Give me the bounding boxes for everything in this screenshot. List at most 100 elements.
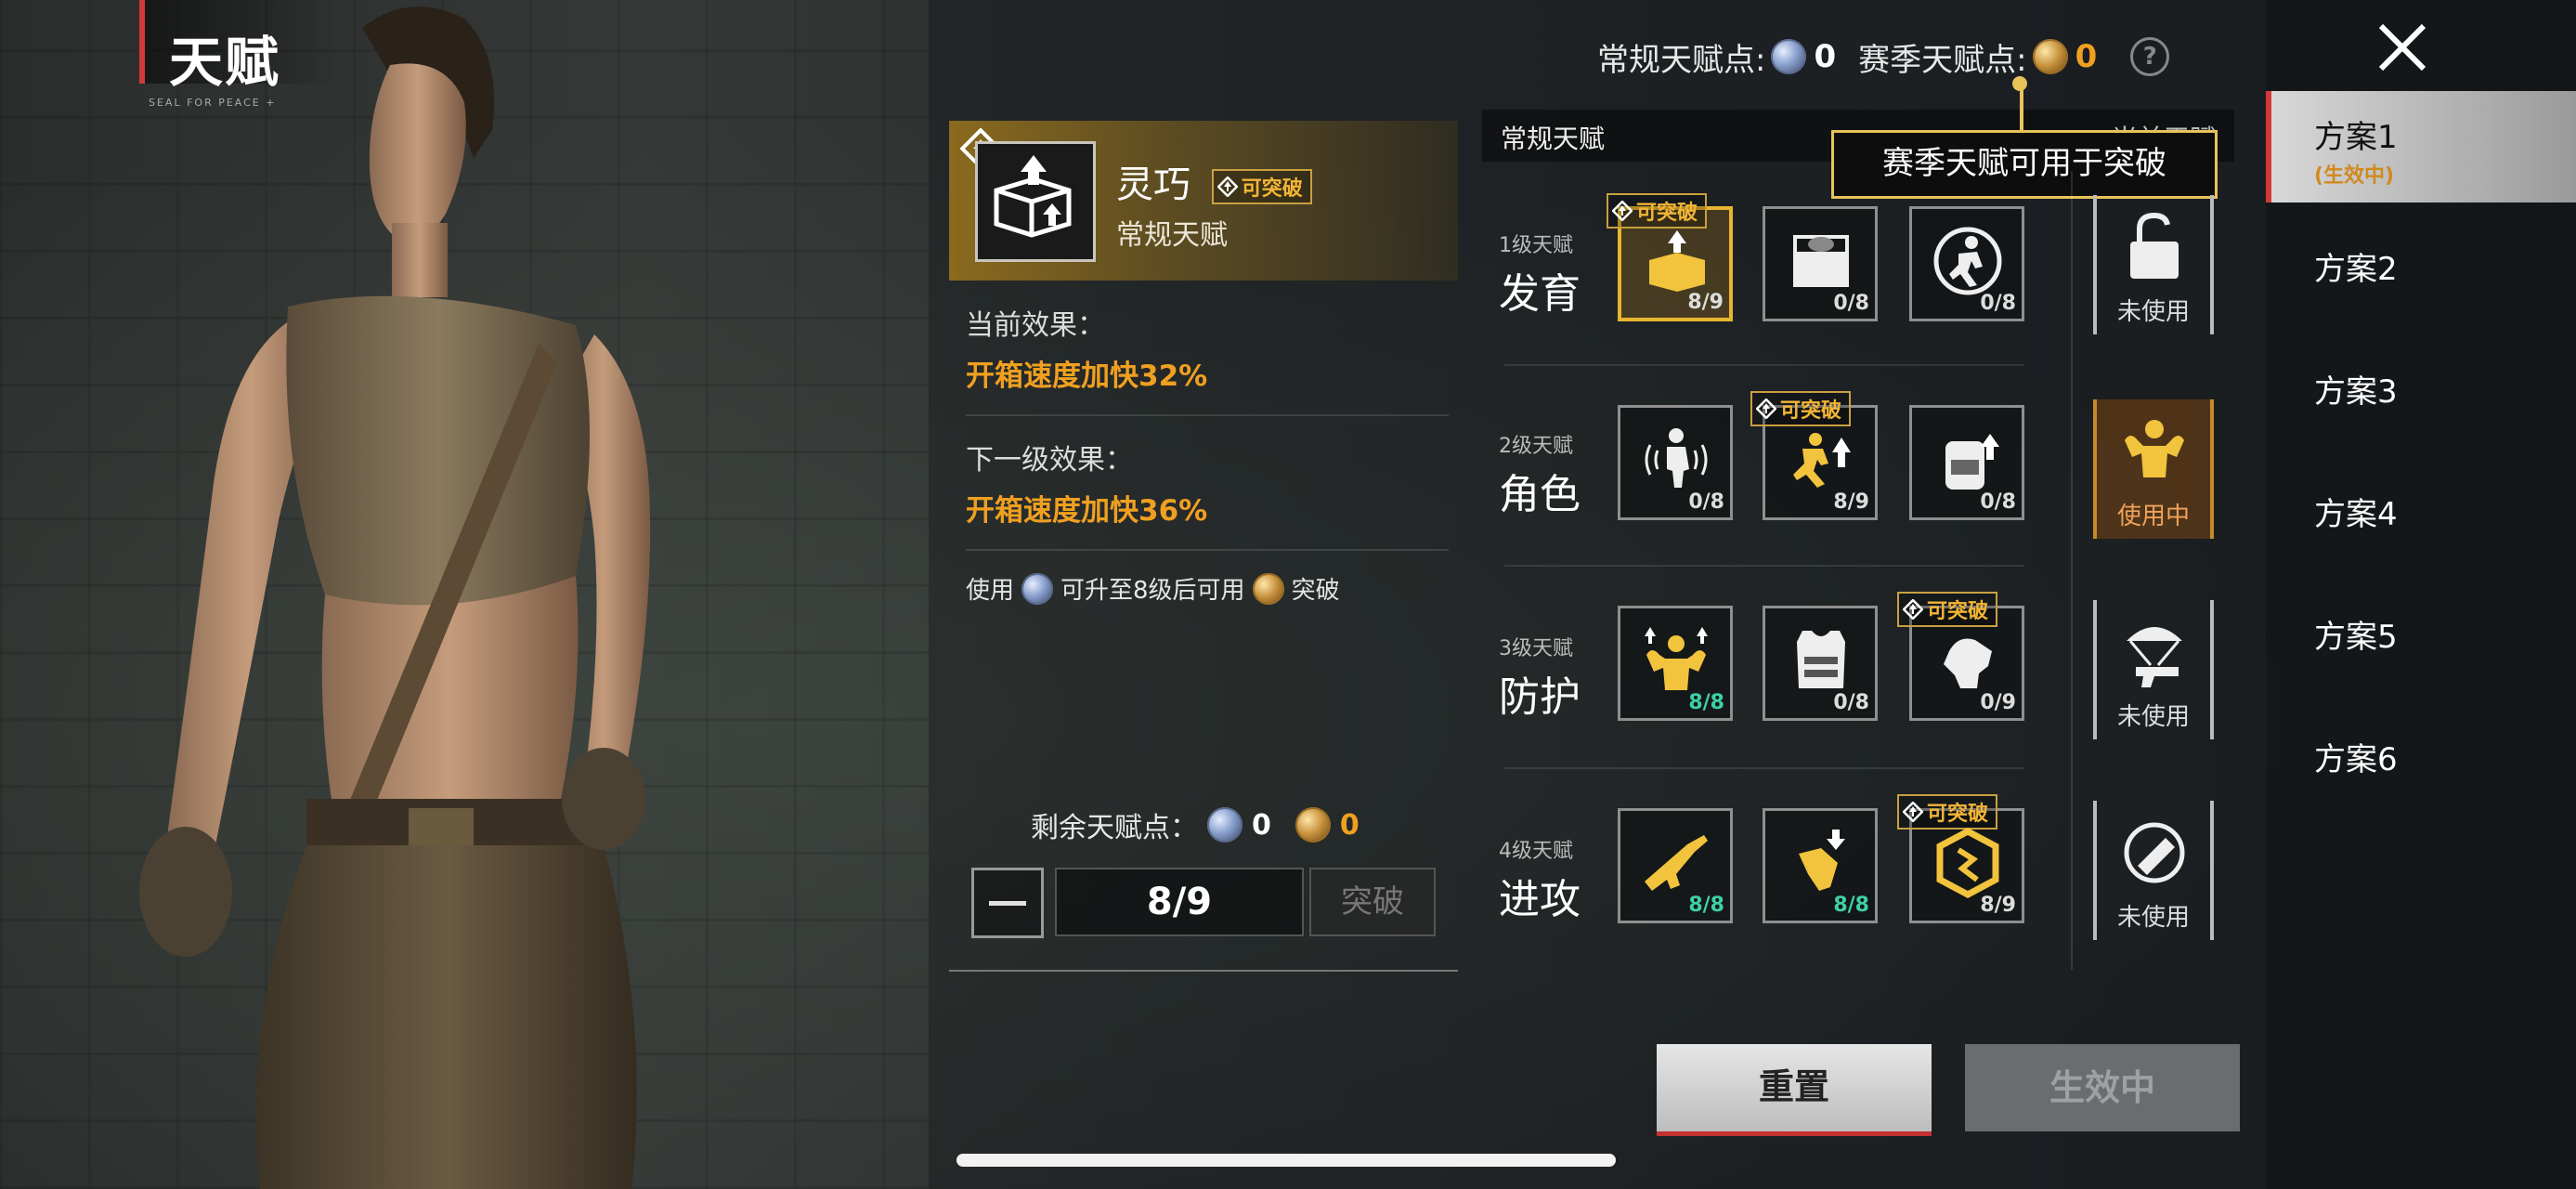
gold-talent-coin-icon xyxy=(2032,39,2068,74)
remaining-points: 剩余天赋点： 0 0 xyxy=(1031,804,1360,845)
slot-level: 8/9 xyxy=(1687,291,1724,314)
talent-slot-drop[interactable]: 8/8 xyxy=(1763,808,1878,923)
special-talent-slot-2[interactable]: 使用中 xyxy=(2093,399,2214,539)
selected-talent-name: 灵巧 xyxy=(1116,163,1190,206)
tier-level: 3级天赋 xyxy=(1499,637,1573,660)
talent-slot-agility[interactable]: 可突破 8/9 xyxy=(1750,391,1878,520)
decrease-level-button[interactable] xyxy=(971,868,1044,938)
breakthrough-hint: 使用 可升至8级后可用 突破 xyxy=(966,571,1449,606)
bullet-shield-icon xyxy=(2124,822,2185,883)
hint-suffix: 突破 xyxy=(1291,577,1340,605)
home-indicator[interactable] xyxy=(956,1154,1616,1167)
talent-slot-vest[interactable]: 0/8 xyxy=(1763,606,1878,721)
tier-divider xyxy=(1504,767,2024,769)
tier-label-4: 4级天赋 进攻 xyxy=(1499,834,1601,925)
reset-button[interactable]: 重置 xyxy=(1657,1044,1932,1136)
tier-name: 防护 xyxy=(1499,673,1581,721)
tier-label-2: 2级天赋 角色 xyxy=(1499,429,1601,520)
special-slot-status: 未使用 xyxy=(2116,703,2190,731)
talent-slot-strength[interactable]: 8/8 xyxy=(1618,606,1733,721)
talent-slot-dexterity[interactable]: 可突破 8/9 xyxy=(1607,193,1733,321)
broken-lock-icon xyxy=(2130,212,2179,279)
apply-button[interactable]: 生效中 xyxy=(1965,1044,2240,1131)
special-talent-slot-1[interactable]: 未使用 xyxy=(2093,195,2214,334)
plan-name: 方案1 xyxy=(2314,119,2398,156)
next-effect-value: 开箱速度加快36% xyxy=(966,494,1208,528)
special-slot-status: 未使用 xyxy=(2116,298,2190,326)
breakable-tag-text: 可突破 xyxy=(1636,202,1698,225)
tier-name: 发育 xyxy=(1499,270,1581,318)
column-divider xyxy=(2071,171,2073,970)
glove-icon xyxy=(1944,638,1992,688)
talent-slot-backpack[interactable]: 0/8 xyxy=(1909,405,2024,520)
selected-talent-type: 常规天赋 xyxy=(1116,219,1228,252)
slot-level: 0/8 xyxy=(1980,292,2016,315)
plan-tab-1[interactable]: 方案1 (生效中) xyxy=(2266,91,2576,203)
talent-points-bar: 常规天赋点: 0 赛季天赋点: 0 ? xyxy=(1597,33,2170,80)
current-effect-value: 开箱速度加快32% xyxy=(966,359,1208,393)
breakthrough-button[interactable]: 突破 xyxy=(1309,868,1436,936)
plan-tab-3[interactable]: 方案3 xyxy=(2266,336,2576,448)
season-points-label: 赛季天赋点: xyxy=(1858,41,2027,79)
slot-level: 8/8 xyxy=(1688,894,1724,917)
character-illustration xyxy=(139,7,651,1189)
breakable-tag: 可突破 xyxy=(1897,794,1998,830)
hint-middle: 可升至8级后可用 xyxy=(1060,577,1245,605)
slot-level: 0/8 xyxy=(1980,490,2016,514)
breakable-tag-text: 可突破 xyxy=(1927,803,1989,826)
selected-talent-name-row: 灵巧 可突破 xyxy=(1116,154,1312,208)
help-icon[interactable]: ? xyxy=(2130,37,2170,76)
regular-talent-header: 常规天赋 xyxy=(1501,124,1606,154)
tier-name: 角色 xyxy=(1499,471,1581,518)
talent-level-display: 8/9 xyxy=(1055,868,1304,936)
special-talent-slot-4[interactable]: 未使用 xyxy=(2093,801,2214,940)
plan-tab-4[interactable]: 方案4 xyxy=(2266,459,2576,570)
breakable-tag-text: 可突破 xyxy=(1241,177,1303,201)
regular-points-label: 常规天赋点: xyxy=(1597,41,1766,79)
breakable-tag: 可突破 xyxy=(1211,169,1312,204)
breakthrough-arrow-icon xyxy=(1612,201,1633,221)
tier-level: 4级天赋 xyxy=(1499,840,1573,863)
remaining-regular-value: 0 xyxy=(1252,808,1271,842)
special-talent-slot-3[interactable]: 未使用 xyxy=(2093,600,2214,739)
crate-arrow-icon xyxy=(994,155,1072,238)
breakable-tag: 可突破 xyxy=(1897,592,1998,627)
plan-tab-6[interactable]: 方案6 xyxy=(2266,704,2576,816)
breakable-tag: 可突破 xyxy=(1750,391,1852,426)
talent-slot-rifle[interactable]: 8/8 xyxy=(1618,808,1733,923)
silver-talent-coin-icon xyxy=(1771,39,1807,74)
divider xyxy=(949,970,1458,972)
slot-level: 0/8 xyxy=(1688,490,1724,514)
airdrop-pistol-icon xyxy=(2127,627,2182,687)
season-points-value: 0 xyxy=(2075,38,2098,75)
supply-box-icon xyxy=(1793,235,1849,287)
tier-level: 2级天赋 xyxy=(1499,435,1573,458)
talent-slot-supply-box[interactable]: 0/8 xyxy=(1763,206,1878,321)
tier-divider xyxy=(1504,364,2024,366)
selected-talent-header: 灵巧 可突破 常规天赋 xyxy=(949,121,1458,281)
talent-slot-shield[interactable]: 可突破 8/9 xyxy=(1897,794,2024,923)
plan-tab-5[interactable]: 方案5 xyxy=(2266,581,2576,693)
armor-vest-icon xyxy=(1797,631,1845,688)
falling-soldier-icon xyxy=(1799,830,1845,891)
sprinting-soldier-up-icon xyxy=(1793,433,1851,488)
close-icon[interactable] xyxy=(2370,15,2435,80)
talent-slot-sprint[interactable]: 0/8 xyxy=(1909,206,2024,321)
breakthrough-arrow-icon xyxy=(1756,399,1776,419)
divider xyxy=(966,414,1449,416)
breakthrough-arrow-icon xyxy=(1903,599,1923,620)
plan-tab-2[interactable]: 方案2 xyxy=(2266,214,2576,325)
slot-level: 8/8 xyxy=(1833,894,1869,917)
talent-slot-gloves[interactable]: 可突破 0/9 xyxy=(1897,592,2024,721)
special-slot-status: 使用中 xyxy=(2116,503,2190,530)
tooltip-stem xyxy=(2020,89,2023,130)
plan-name: 方案5 xyxy=(2314,619,2398,656)
backpack-arrow-icon xyxy=(1945,434,1999,490)
breakable-tag-text: 可突破 xyxy=(1927,600,1989,623)
breakthrough-arrow-icon xyxy=(1903,802,1923,822)
page-title: 天赋 xyxy=(169,31,281,94)
tier-level: 1级天赋 xyxy=(1499,234,1573,257)
page-subtitle: SEAL FOR PEACE + xyxy=(149,97,277,109)
talent-slot-stealth[interactable]: 0/8 xyxy=(1618,405,1733,520)
slot-level: 0/8 xyxy=(1833,691,1869,714)
